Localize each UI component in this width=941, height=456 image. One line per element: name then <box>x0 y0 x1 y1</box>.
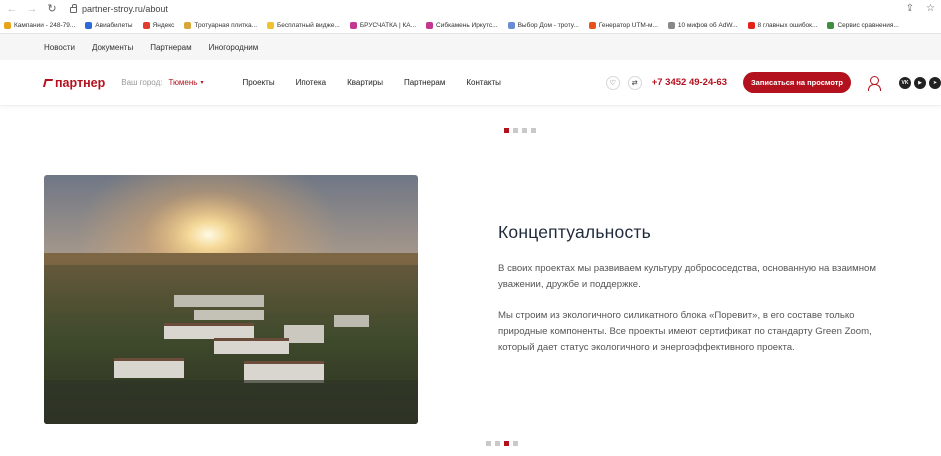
bookmark-favicon-icon <box>142 21 150 29</box>
nav-mortgage[interactable]: Ипотека <box>296 78 327 87</box>
city-label: Ваш город: <box>121 78 163 87</box>
main-nav: Проекты Ипотека Квартиры Партнерам Конта… <box>242 78 500 87</box>
bookmark-favicon-icon <box>184 21 192 29</box>
slider-top-dot[interactable] <box>522 128 527 133</box>
logo-mark-icon <box>42 78 54 87</box>
user-icon[interactable] <box>867 75 881 91</box>
lock-icon <box>70 4 77 13</box>
slider-bottom-dot[interactable] <box>486 441 491 446</box>
bookmark-label: Выбор Дом - троту... <box>517 21 579 29</box>
star-icon[interactable]: ☆ <box>926 3 935 14</box>
back-arrow-icon[interactable]: ← <box>6 2 18 16</box>
social-links: VK ▶ ➤ <box>899 76 941 89</box>
bookmark-item[interactable]: Сибкамень Иркутс... <box>426 21 498 29</box>
browser-toolbar: ← → ↻ partner-stroy.ru/about ⇪ ☆ <box>0 0 941 17</box>
share-icon[interactable]: ⇪ <box>906 3 914 14</box>
bookmark-item[interactable]: Выбор Дом - троту... <box>507 21 579 29</box>
bookmark-label: 8 главных ошибок... <box>757 21 818 29</box>
site-header: партнер Ваш город: Тюмень ▾ Проекты Ипот… <box>0 60 941 106</box>
bookmark-label: Бесплатный виджe... <box>277 21 340 29</box>
topbar-link-nonresidents[interactable]: Иногородним <box>209 43 259 52</box>
vk-icon[interactable]: VK <box>899 76 911 89</box>
bookmark-favicon-icon <box>667 21 675 29</box>
favorites-heart-icon[interactable]: ♡ <box>605 75 620 90</box>
slider-bottom-dot[interactable] <box>513 441 518 446</box>
bookmark-label: Яндекс <box>152 21 175 29</box>
bookmark-item[interactable]: 10 мифов об AdW... <box>667 21 738 29</box>
city-name: Тюмень <box>168 78 198 87</box>
bookmark-favicon-icon <box>85 21 93 29</box>
nav-contacts[interactable]: Контакты <box>466 78 501 87</box>
chevron-down-icon: ▾ <box>200 80 204 86</box>
logo-text: партнер <box>55 75 106 90</box>
section-paragraph-1: В своих проектах мы развиваем культуру д… <box>498 263 876 290</box>
slider-dots-top <box>504 128 536 133</box>
bookmark-label: 10 мифов об AdW... <box>677 21 738 29</box>
nav-partners[interactable]: Партнерам <box>404 78 445 87</box>
nav-apartments[interactable]: Квартиры <box>347 78 383 87</box>
logo[interactable]: партнер <box>42 75 106 90</box>
telegram-icon[interactable]: ➤ <box>929 76 941 89</box>
bookmark-label: Тротуарная плитка... <box>194 21 258 29</box>
topbar-link-documents[interactable]: Документы <box>92 43 133 52</box>
about-section: Концептуальность В своих проектах мы раз… <box>498 222 898 356</box>
bookmark-label: Авиабилеты <box>95 21 133 29</box>
book-viewing-button[interactable]: Записаться на просмотр <box>742 72 851 93</box>
url-text: partner-stroy.ru/about <box>82 3 168 14</box>
bookmark-favicon-icon <box>426 21 434 29</box>
bookmark-item[interactable]: Сервис сравнения... <box>827 21 899 29</box>
section-paragraph-2: Мы строим из экологичного силикатного бл… <box>498 310 872 353</box>
bookmark-favicon-icon <box>4 21 11 29</box>
slider-bottom-dot[interactable] <box>504 441 509 446</box>
bookmark-label: Генератор UTM-м... <box>598 21 658 29</box>
bookmark-favicon-icon <box>507 21 515 29</box>
compare-icon[interactable]: ⇄ <box>627 75 642 90</box>
bookmark-item[interactable]: Авиабилеты <box>85 21 133 29</box>
bookmark-favicon-icon <box>588 21 596 29</box>
nav-projects[interactable]: Проекты <box>242 78 274 87</box>
bookmark-favicon-icon <box>747 21 755 29</box>
bookmark-favicon-icon <box>827 21 835 29</box>
slider-top-dot[interactable] <box>531 128 536 133</box>
section-title: Концептуальность <box>498 222 651 242</box>
bookmark-label: Сибкамень Иркутс... <box>436 21 498 29</box>
bookmark-item[interactable]: Кампании - 248-79... <box>4 21 76 29</box>
bookmark-item[interactable]: Бесплатный виджe... <box>267 21 340 29</box>
topbar-link-news[interactable]: Новости <box>44 43 75 52</box>
bookmark-item[interactable]: Яндекс <box>142 21 175 29</box>
bookmark-item[interactable]: БРУСЧАТКА | КА... <box>349 21 417 29</box>
address-bar[interactable]: partner-stroy.ru/about <box>70 4 168 14</box>
bookmark-label: Сервис сравнения... <box>837 21 899 29</box>
topbar-link-partners[interactable]: Партнерам <box>150 43 191 52</box>
bookmark-item[interactable]: 8 главных ошибок... <box>747 21 818 29</box>
site-topbar: Новости Документы Партнерам Иногородним <box>0 34 941 60</box>
city-selector[interactable]: Тюмень ▾ <box>168 78 203 87</box>
bookmark-label: БРУСЧАТКА | КА... <box>359 21 417 29</box>
bookmark-item[interactable]: Генератор UTM-м... <box>588 21 658 29</box>
youtube-icon[interactable]: ▶ <box>914 76 926 89</box>
bookmark-label: Кампании - 248-79... <box>14 21 76 29</box>
phone-link[interactable]: +7 3452 49-24-63 <box>652 77 727 88</box>
forward-arrow-icon[interactable]: → <box>26 2 38 16</box>
bookmark-favicon-icon <box>349 21 357 29</box>
slider-top-dot[interactable] <box>513 128 518 133</box>
slider-dots-bottom <box>486 441 518 446</box>
bookmark-item[interactable]: Тротуарная плитка... <box>184 21 258 29</box>
slider-top-dot[interactable] <box>504 128 509 133</box>
city-sunset-photo <box>44 175 418 424</box>
bookmark-favicon-icon <box>267 21 275 29</box>
reload-icon[interactable]: ↻ <box>46 2 58 16</box>
bookmarks-bar: Кампании - 248-79... Авиабилеты Яндекс Трот… <box>0 17 941 34</box>
slider-bottom-dot[interactable] <box>495 441 500 446</box>
